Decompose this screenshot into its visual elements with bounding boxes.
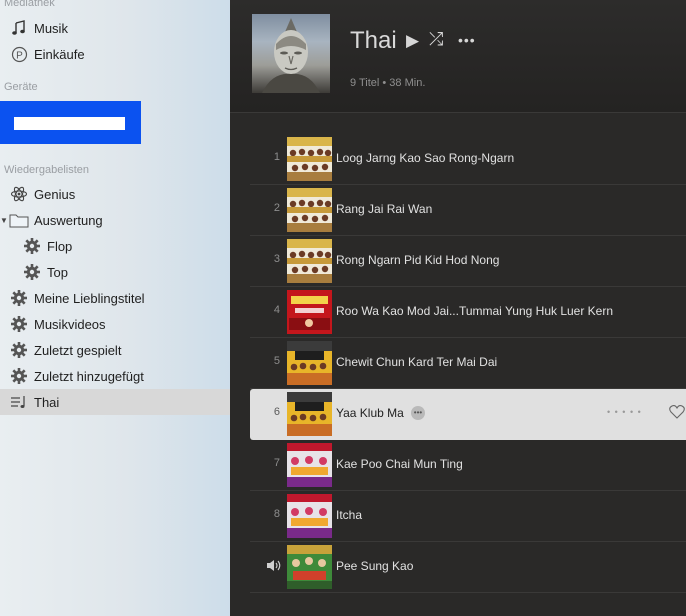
section-header-library: Mediathek [4, 0, 55, 9]
playlist-icon [8, 391, 30, 413]
more-button[interactable]: ••• [458, 32, 476, 48]
album-art-thumbnail [287, 239, 332, 283]
genius-atom-icon [8, 183, 30, 205]
track-title: Roo Wa Kao Mod Jai...Tummai Yung Huk Lue… [336, 304, 614, 318]
album-art-thumbnail [287, 341, 332, 385]
album-art-thumbnail [287, 545, 332, 589]
track-row[interactable]: 1 Loog Jarng Kao Sao Rong-Ngarn [250, 134, 686, 185]
sidebar: Mediathek Musik P Einkäufe Geräte Wieder… [0, 0, 230, 616]
playlist-title: Thai [350, 27, 397, 54]
sidebar-item-label: Zuletzt gespielt [34, 342, 122, 358]
track-row[interactable]: 5 Chewit Chun Kard Ter Mai Dai [250, 338, 686, 389]
track-row-now-playing[interactable]: Pee Sung Kao [250, 542, 686, 593]
sidebar-item-top[interactable]: Top [0, 259, 230, 285]
gear-icon [8, 365, 30, 387]
track-row[interactable]: 2 Rang Jai Rai Wan [250, 185, 686, 236]
sidebar-item-music-videos[interactable]: Musikvideos [0, 311, 230, 337]
playlist-meta: 9 Titel • 38 Min. [350, 77, 426, 89]
sidebar-item-recently-added[interactable]: Zuletzt hinzugefügt [0, 363, 230, 389]
shuffle-button[interactable]: ⤮ [429, 29, 443, 50]
sidebar-item-flop[interactable]: Flop [0, 233, 230, 259]
album-art-thumbnail [287, 443, 332, 487]
playlist-header: Thai ▶ ⤮ ••• 9 Titel • 38 Min. [230, 0, 686, 113]
sidebar-item-thai[interactable]: Thai [0, 389, 230, 415]
track-title: Chewit Chun Kard Ter Mai Dai [336, 355, 498, 369]
sidebar-item-label: Zuletzt hinzugefügt [34, 368, 144, 384]
device-item-selected[interactable] [0, 101, 141, 144]
heart-icon[interactable] [669, 404, 685, 424]
playlist-cover-art [252, 14, 330, 93]
track-number: 6 [273, 406, 280, 418]
track-number: 1 [273, 151, 280, 163]
track-title: Rong Ngarn Pid Kid Hod Nong [336, 253, 500, 267]
track-number: 5 [273, 355, 280, 367]
album-art-thumbnail [287, 392, 332, 436]
track-number: 4 [273, 304, 280, 316]
main-content: Thai ▶ ⤮ ••• 9 Titel • 38 Min. 1 Loog Ja… [230, 0, 686, 616]
sidebar-item-purchases[interactable]: P Einkäufe [0, 41, 230, 67]
track-title: Rang Jai Rai Wan [336, 202, 433, 216]
sidebar-item-recently-played[interactable]: Zuletzt gespielt [0, 337, 230, 363]
track-more-icon[interactable]: ••• [411, 406, 425, 420]
gear-icon [8, 339, 30, 361]
album-art-thumbnail [287, 188, 332, 232]
track-title: Yaa Klub Ma [336, 406, 404, 420]
sidebar-item-label: Meine Lieblingstitel [34, 290, 145, 306]
track-number: 3 [273, 253, 280, 265]
gear-icon [21, 261, 43, 283]
sidebar-item-music[interactable]: Musik [0, 15, 230, 41]
sidebar-item-label: Thai [34, 394, 60, 410]
sidebar-item-label: Einkäufe [34, 46, 85, 62]
sidebar-item-label: Genius [34, 186, 76, 202]
album-art-thumbnail [287, 137, 332, 181]
section-header-playlists: Wiedergabelisten [4, 164, 89, 176]
track-number: 8 [273, 508, 280, 520]
track-number: 7 [273, 457, 280, 469]
rating-dots[interactable]: • • • • • [607, 407, 642, 417]
sidebar-item-genius[interactable]: Genius [0, 181, 230, 207]
speaker-playing-icon [266, 559, 282, 577]
device-name-redacted [14, 117, 125, 130]
gear-icon [8, 313, 30, 335]
sidebar-item-label: Auswertung [34, 212, 103, 228]
track-row-selected[interactable]: 6 Yaa Klub Ma ••• • • • • • [250, 389, 686, 440]
track-row[interactable]: 7 Kae Poo Chai Mun Ting [250, 440, 686, 491]
track-title: Pee Sung Kao [336, 559, 414, 573]
play-button[interactable]: ▶ [406, 31, 419, 51]
track-row[interactable]: 4 Roo Wa Kao Mod Jai...Tummai Yung Huk L… [250, 287, 686, 338]
disclosure-triangle-icon[interactable]: ▼ [0, 216, 8, 225]
sidebar-item-label: Flop [47, 238, 73, 254]
track-number: 2 [273, 202, 280, 214]
album-art-thumbnail [287, 290, 332, 334]
track-title: Kae Poo Chai Mun Ting [336, 457, 463, 471]
track-title: Loog Jarng Kao Sao Rong-Ngarn [336, 151, 515, 165]
gear-icon [21, 235, 43, 257]
music-note-icon [8, 17, 30, 39]
track-row[interactable]: 8 Itcha [250, 491, 686, 542]
gear-icon [8, 287, 30, 309]
sidebar-item-label: Musikvideos [34, 316, 106, 332]
album-art-thumbnail [287, 494, 332, 538]
sidebar-item-label: Top [47, 264, 68, 280]
purchases-icon: P [8, 43, 30, 65]
sidebar-item-label: Musik [34, 20, 68, 36]
svg-text:P: P [16, 50, 23, 61]
sidebar-item-folder-auswertung[interactable]: ▼ Auswertung [0, 207, 230, 233]
track-row[interactable]: 3 Rong Ngarn Pid Kid Hod Nong [250, 236, 686, 287]
section-header-devices: Geräte [4, 81, 38, 93]
track-title: Itcha [336, 508, 363, 522]
folder-icon [8, 209, 30, 231]
sidebar-item-favorites[interactable]: Meine Lieblingstitel [0, 285, 230, 311]
